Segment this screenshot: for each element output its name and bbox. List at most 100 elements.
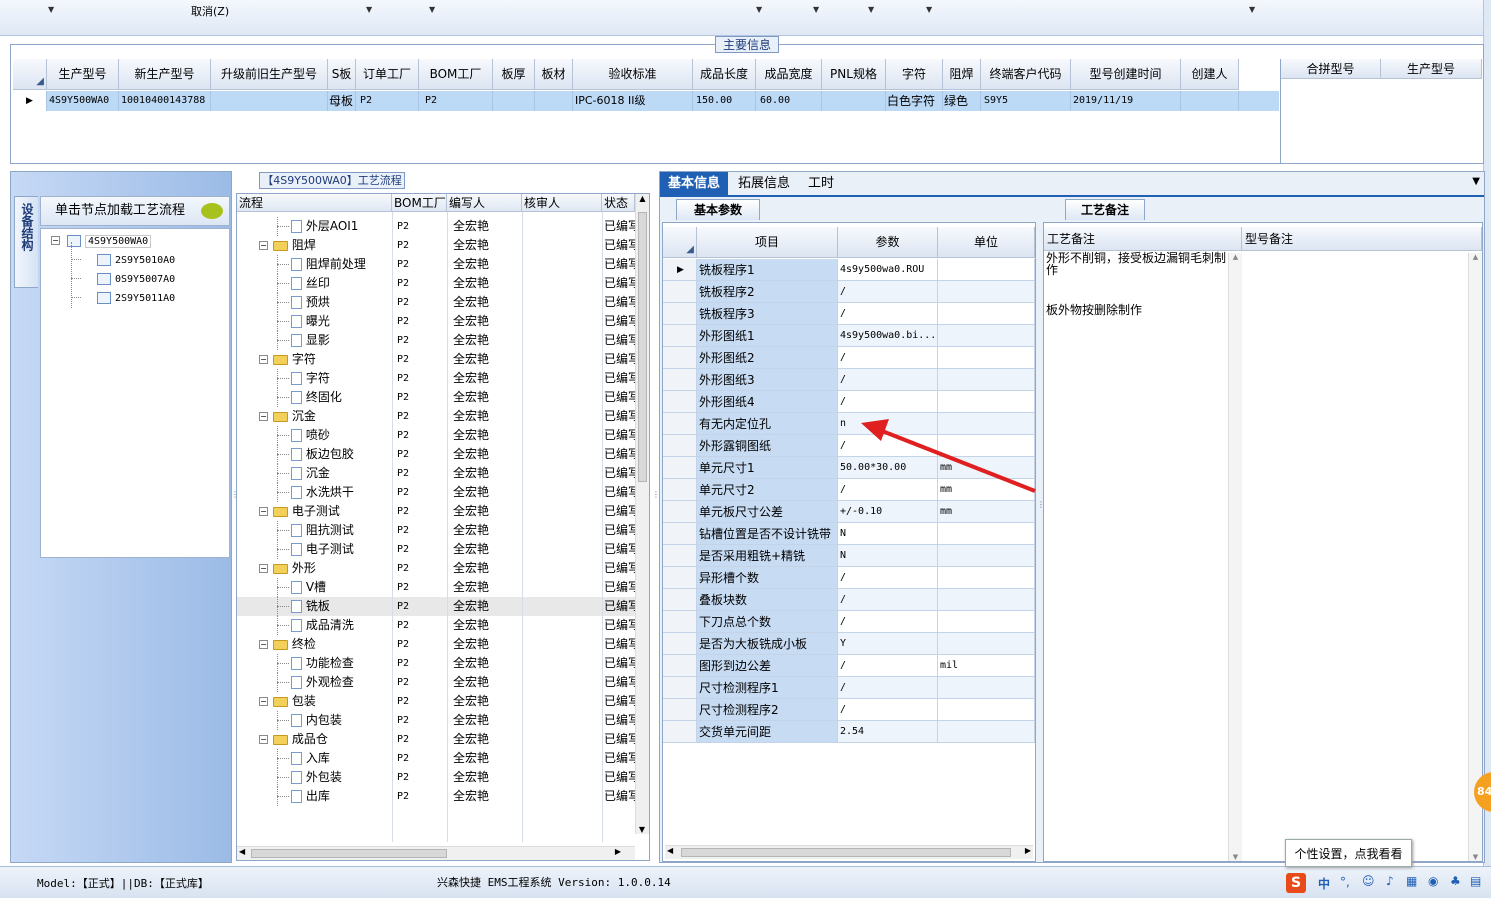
process-row[interactable]: 外包装 P2 全宏艳 已编写 (237, 768, 637, 787)
shirt-icon[interactable]: ♣ (1450, 874, 1461, 888)
param-value[interactable]: / (838, 611, 938, 633)
dropdown-caret-icon[interactable]: ▼ (429, 5, 435, 14)
param-row[interactable]: 尺寸检测程序1/ (663, 677, 1035, 699)
cell-customer[interactable]: S9Y5 (981, 91, 1071, 111)
process-row[interactable]: 沉金 P2 全宏艳 已编写 (237, 464, 637, 483)
model-notes-scrollbar[interactable]: ▲ ▼ (1468, 253, 1482, 861)
param-value[interactable]: / (838, 699, 938, 721)
toolbox-icon[interactable]: ▤ (1470, 874, 1481, 888)
cell-bom-factory[interactable]: P2 (419, 91, 493, 111)
collapse-icon[interactable]: − (259, 697, 268, 706)
param-value[interactable]: / (838, 677, 938, 699)
cancel-button[interactable]: 取消(Z) (191, 3, 229, 19)
process-row[interactable]: 外层AOI1 P2 全宏艳 已编写 (237, 217, 637, 236)
process-row[interactable]: 成品清洗 P2 全宏艳 已编写 (237, 616, 637, 635)
tree-node[interactable]: 2S9Y5010A0 (97, 250, 175, 269)
cell-standard[interactable]: IPC-6018 II级 (573, 91, 693, 111)
cell-new-no[interactable]: 10010400143788 (119, 91, 211, 111)
process-row[interactable]: − 终检 P2 全宏艳 已编写 (237, 635, 637, 654)
param-unit[interactable] (938, 721, 1035, 743)
cell-length[interactable]: 150.00 (693, 91, 756, 111)
dropdown-caret-icon[interactable]: ▼ (868, 5, 874, 14)
param-unit[interactable] (938, 347, 1035, 369)
param-row[interactable]: 尺寸检测程序2/ (663, 699, 1035, 721)
item-header[interactable]: 项目 (697, 227, 838, 258)
merge-col-header[interactable]: 合拼型号 (1281, 59, 1381, 79)
param-value[interactable]: N (838, 523, 938, 545)
emoji-icon[interactable]: ☺ (1362, 874, 1375, 888)
main-col-header[interactable]: 板厚 (493, 59, 535, 90)
process-col-header[interactable]: 状态 (602, 194, 635, 212)
process-row[interactable]: − 成品仓 P2 全宏艳 已编写 (237, 730, 637, 749)
main-col-header[interactable]: 订单工厂 (356, 59, 419, 90)
main-col-header[interactable]: 字符 (886, 59, 943, 90)
param-row[interactable]: 钻槽位置是否不设计铣带 N (663, 523, 1035, 545)
param-value[interactable]: +/-0.10 (838, 501, 938, 523)
param-value[interactable]: / (838, 303, 938, 325)
param-row[interactable]: 外形图纸3/ (663, 369, 1035, 391)
cell-prod-no[interactable]: 4S9Y500WA0 (47, 91, 119, 111)
process-row[interactable]: 终固化 P2 全宏艳 已编写 (237, 388, 637, 407)
param-unit[interactable] (938, 589, 1035, 611)
cell-char[interactable]: 白色字符 (886, 91, 943, 111)
process-row[interactable]: − 字符 P2 全宏艳 已编写 (237, 350, 637, 369)
process-row[interactable]: 出库 P2 全宏艳 已编写 (237, 787, 637, 806)
cell-width[interactable]: 60.00 (756, 91, 822, 111)
param-row[interactable]: 单元板尺寸公差 +/-0.10 mm (663, 501, 1035, 523)
process-row[interactable]: 丝印 P2 全宏艳 已编写 (237, 274, 637, 293)
param-value[interactable]: 2.54 (838, 721, 938, 743)
param-value[interactable]: / (838, 391, 938, 413)
chevron-down-icon[interactable]: ▼ (1472, 176, 1480, 187)
param-value[interactable]: 4s9y500wa0.ROU (838, 259, 938, 281)
param-value[interactable]: / (838, 655, 938, 677)
param-row[interactable]: 交货单元间距 2.54 (663, 721, 1035, 743)
process-row[interactable]: 阻抗测试 P2 全宏艳 已编写 (237, 521, 637, 540)
process-row[interactable]: − 包装 P2 全宏艳 已编写 (237, 692, 637, 711)
dropdown-caret-icon[interactable]: ▼ (366, 5, 372, 14)
basic-params-tab[interactable]: 基本参数 (676, 199, 760, 220)
param-unit[interactable] (938, 303, 1035, 325)
scroll-thumb[interactable] (638, 212, 647, 482)
tree-node[interactable]: 4S9Y500WA0 (67, 231, 152, 250)
param-row[interactable]: 异形槽个数 / (663, 567, 1035, 589)
scroll-thumb[interactable] (251, 849, 447, 858)
param-row[interactable]: 铣板程序2/ (663, 281, 1035, 303)
param-unit[interactable] (938, 259, 1035, 281)
param-value[interactable]: / (838, 567, 938, 589)
param-value[interactable]: Y (838, 633, 938, 655)
model-notes-col-header[interactable]: 型号备注 (1242, 227, 1482, 251)
param-value[interactable]: 4s9y500wa0.bi... (838, 325, 938, 347)
collapse-icon[interactable]: − (259, 507, 268, 516)
horizontal-scrollbar[interactable]: ◀ ▶ (665, 845, 1033, 859)
param-unit[interactable] (938, 369, 1035, 391)
param-row[interactable]: 是否采用粗铣+精铣 N (663, 545, 1035, 567)
main-col-header[interactable]: BOM工厂 (419, 59, 493, 90)
param-unit[interactable] (938, 677, 1035, 699)
notes-col-header[interactable]: 工艺备注 (1044, 227, 1242, 251)
main-col-header[interactable]: 生产型号 (47, 59, 119, 90)
cell-sboard[interactable]: 母板 (328, 91, 356, 111)
process-row[interactable]: 板边包胶 P2 全宏艳 已编写 (237, 445, 637, 464)
prod-col-header[interactable]: 生产型号 (1381, 59, 1482, 79)
tab-basic-info[interactable]: 基本信息 (660, 172, 729, 195)
dropdown-caret-icon[interactable]: ▼ (926, 5, 932, 14)
dropdown-caret-icon[interactable]: ▼ (813, 5, 819, 14)
dropdown-caret-icon[interactable]: ▼ (48, 5, 54, 14)
ime-punct-icon[interactable]: °, (1340, 875, 1350, 889)
unit-header[interactable]: 单位 (938, 227, 1035, 258)
param-unit[interactable] (938, 633, 1035, 655)
cell-order-factory[interactable]: P2 (356, 91, 419, 111)
param-unit[interactable] (938, 391, 1035, 413)
cell-old-no[interactable] (211, 91, 328, 111)
cell-pnl[interactable] (822, 91, 886, 111)
main-col-header[interactable]: 验收标准 (573, 59, 693, 90)
main-col-header[interactable]: 终端客户代码 (981, 59, 1071, 90)
param-unit[interactable]: mm (938, 501, 1035, 523)
main-col-header[interactable]: 创建人 (1181, 59, 1239, 90)
param-unit[interactable] (938, 325, 1035, 347)
table-row[interactable]: ▶ 4S9Y500WA0 10010400143788 母板 P2 P2 IPC… (13, 91, 1279, 111)
process-row[interactable]: − 沉金 P2 全宏艳 已编写 (237, 407, 637, 426)
process-row[interactable]: 喷砂 P2 全宏艳 已编写 (237, 426, 637, 445)
process-col-header[interactable]: 编写人 (447, 194, 522, 212)
dropdown-caret-icon[interactable]: ▼ (1249, 5, 1255, 14)
